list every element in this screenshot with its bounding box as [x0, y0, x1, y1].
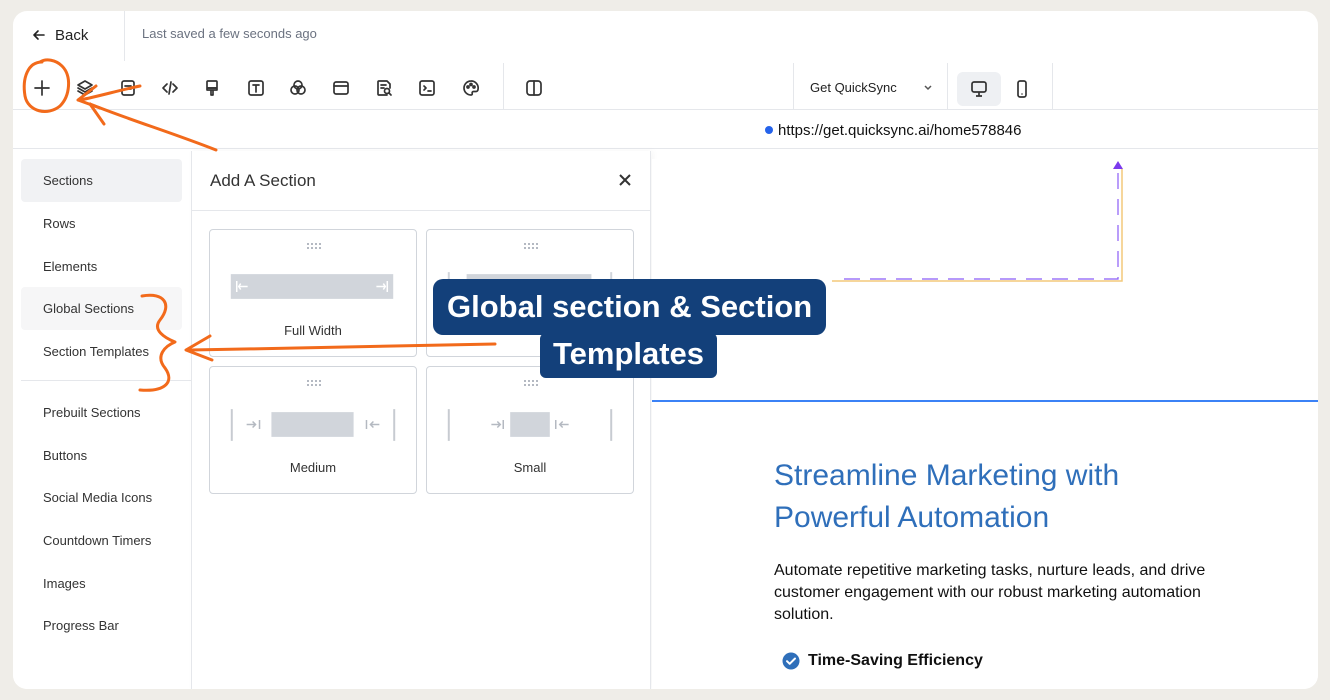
section-card-medium[interactable]: Medium — [209, 366, 417, 494]
drag-handle-icon — [307, 243, 321, 249]
divider — [947, 63, 948, 110]
card-label: Small — [513, 460, 547, 475]
site-select-label: Get QuickSync — [810, 79, 897, 95]
drag-handle-icon — [524, 243, 538, 249]
pages-button[interactable] — [113, 73, 143, 103]
section-card-small[interactable]: Small — [426, 366, 634, 494]
terminal-icon — [419, 80, 435, 96]
nav-item-global-sections[interactable]: Global Sections — [21, 287, 182, 330]
layers-button[interactable] — [70, 73, 100, 103]
add-section-panel: Add A Section Full Width Medium Small — [191, 151, 651, 689]
custom-js-button[interactable] — [412, 73, 442, 103]
divider — [192, 210, 650, 211]
add-icon — [34, 80, 50, 96]
close-button[interactable] — [616, 171, 634, 189]
nav-item-section-templates[interactable]: Section Templates — [21, 330, 182, 373]
mobile-view-button[interactable] — [1000, 72, 1044, 106]
nav-item-social-media-icons[interactable]: Social Media Icons — [21, 476, 182, 519]
page-icon — [121, 80, 135, 96]
chevron-down-icon — [924, 85, 932, 91]
text-icon — [248, 80, 264, 96]
feature-item[interactable]: Time-Saving Efficiency — [782, 652, 983, 670]
nav-item-elements[interactable]: Elements — [21, 245, 182, 288]
paint-icon — [206, 80, 218, 96]
drag-handle-icon — [307, 380, 321, 386]
section-outline — [832, 161, 1123, 282]
annotation-callout: Global section & Section — [433, 279, 827, 335]
divider — [124, 11, 125, 61]
small-illustration — [447, 409, 613, 441]
annotation-callout: Templates — [540, 333, 718, 378]
theme-button[interactable] — [456, 73, 486, 103]
typography-button[interactable] — [241, 73, 271, 103]
split-view-icon — [526, 80, 542, 96]
hero-description[interactable]: Automate repetitive marketing tasks, nur… — [774, 560, 1254, 626]
status-dot — [765, 126, 773, 134]
nav-item-sections[interactable]: Sections — [21, 159, 182, 202]
nav-item-progress-bar[interactable]: Progress Bar — [21, 604, 182, 647]
save-status: Last saved a few seconds ago — [142, 26, 317, 41]
site-select[interactable]: Get QuickSync — [810, 77, 933, 97]
mobile-icon — [1017, 80, 1027, 98]
back-label: Back — [55, 26, 89, 44]
section-card-full-width[interactable]: Full Width — [209, 229, 417, 357]
section-divider — [652, 400, 1318, 402]
arrow-left-icon — [33, 30, 45, 40]
url-bar: https://get.quicksync.ai/home578846 — [13, 111, 1318, 149]
full-width-illustration — [230, 274, 394, 299]
back-button[interactable]: Back — [31, 25, 88, 45]
divider — [503, 63, 504, 110]
panel-title: Add A Section — [210, 171, 316, 190]
nav-item-images[interactable]: Images — [21, 562, 182, 605]
divider — [1052, 63, 1053, 110]
divider — [793, 63, 794, 110]
hero-title[interactable]: Streamline Marketing with Powerful Autom… — [774, 455, 1194, 539]
colors-button[interactable] — [283, 73, 313, 103]
add-element-button[interactable] — [27, 73, 57, 103]
code-icon — [162, 81, 178, 95]
nav-item-buttons[interactable]: Buttons — [21, 434, 182, 477]
color-icon — [290, 80, 306, 95]
drag-handle-icon — [524, 380, 538, 386]
styles-button[interactable] — [197, 73, 227, 103]
nav-item-prebuilt-sections[interactable]: Prebuilt Sections — [21, 391, 182, 434]
feature-label: Time-Saving Efficiency — [808, 652, 983, 669]
check-circle-icon — [782, 652, 800, 670]
palette-icon — [463, 80, 479, 96]
desktop-view-button[interactable] — [957, 72, 1001, 106]
nav-item-countdown-timers[interactable]: Countdown Timers — [21, 519, 182, 562]
seo-button[interactable] — [369, 73, 399, 103]
close-icon — [619, 174, 631, 186]
card-label: Full Width — [284, 323, 342, 338]
code-button[interactable] — [155, 73, 185, 103]
desktop-icon — [971, 81, 987, 97]
card-label: Medium — [289, 460, 337, 475]
medium-illustration — [230, 409, 396, 441]
page-url[interactable]: https://get.quicksync.ai/home578846 — [778, 122, 1022, 139]
search-doc-icon — [377, 80, 392, 96]
element-category-nav: Sections Rows Elements Global Sections S… — [13, 151, 191, 689]
divider — [21, 380, 191, 381]
nav-item-rows[interactable]: Rows — [21, 202, 182, 245]
page-canvas: Streamline Marketing with Powerful Autom… — [652, 159, 1318, 689]
split-view-button[interactable] — [519, 73, 549, 103]
layers-icon — [77, 80, 93, 96]
browser-icon — [333, 81, 349, 95]
layout-button[interactable] — [326, 73, 356, 103]
toolbar: Get QuickSync — [13, 63, 1318, 110]
